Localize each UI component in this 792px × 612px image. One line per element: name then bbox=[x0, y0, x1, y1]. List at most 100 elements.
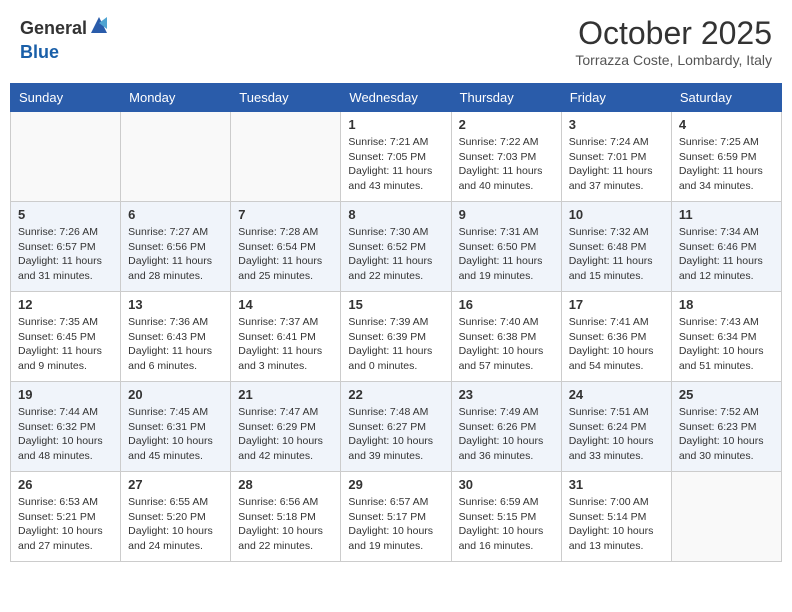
logo-icon bbox=[89, 15, 109, 35]
weekday-header: Wednesday bbox=[341, 84, 451, 112]
day-info: Sunrise: 7:40 AM Sunset: 6:38 PM Dayligh… bbox=[459, 315, 554, 374]
calendar-cell: 15 Sunrise: 7:39 AM Sunset: 6:39 PM Dayli… bbox=[341, 292, 451, 382]
day-info: Sunrise: 7:52 AM Sunset: 6:23 PM Dayligh… bbox=[679, 405, 774, 464]
day-number: 14 bbox=[238, 297, 333, 312]
calendar-cell: 20 Sunrise: 7:45 AM Sunset: 6:31 PM Dayli… bbox=[121, 382, 231, 472]
day-number: 23 bbox=[459, 387, 554, 402]
day-number: 5 bbox=[18, 207, 113, 222]
calendar-cell bbox=[11, 112, 121, 202]
weekday-header: Saturday bbox=[671, 84, 781, 112]
logo: General Blue bbox=[20, 15, 109, 64]
day-number: 26 bbox=[18, 477, 113, 492]
logo-general: General bbox=[20, 18, 87, 40]
calendar-cell: 14 Sunrise: 7:37 AM Sunset: 6:41 PM Dayli… bbox=[231, 292, 341, 382]
day-info: Sunrise: 7:28 AM Sunset: 6:54 PM Dayligh… bbox=[238, 225, 333, 284]
day-info: Sunrise: 7:22 AM Sunset: 7:03 PM Dayligh… bbox=[459, 135, 554, 194]
day-info: Sunrise: 7:45 AM Sunset: 6:31 PM Dayligh… bbox=[128, 405, 223, 464]
day-info: Sunrise: 7:35 AM Sunset: 6:45 PM Dayligh… bbox=[18, 315, 113, 374]
day-info: Sunrise: 7:49 AM Sunset: 6:26 PM Dayligh… bbox=[459, 405, 554, 464]
day-info: Sunrise: 7:44 AM Sunset: 6:32 PM Dayligh… bbox=[18, 405, 113, 464]
weekday-header-row: SundayMondayTuesdayWednesdayThursdayFrid… bbox=[11, 84, 782, 112]
calendar-cell: 19 Sunrise: 7:44 AM Sunset: 6:32 PM Dayli… bbox=[11, 382, 121, 472]
day-number: 21 bbox=[238, 387, 333, 402]
calendar-cell: 29 Sunrise: 6:57 AM Sunset: 5:17 PM Dayli… bbox=[341, 472, 451, 562]
day-info: Sunrise: 7:48 AM Sunset: 6:27 PM Dayligh… bbox=[348, 405, 443, 464]
day-number: 19 bbox=[18, 387, 113, 402]
title-block: October 2025 Torrazza Coste, Lombardy, I… bbox=[575, 15, 772, 68]
day-number: 31 bbox=[569, 477, 664, 492]
day-info: Sunrise: 7:37 AM Sunset: 6:41 PM Dayligh… bbox=[238, 315, 333, 374]
calendar-cell: 6Sunrise: 7:27 AM Sunset: 6:56 PM Daylig… bbox=[121, 202, 231, 292]
day-info: Sunrise: 7:47 AM Sunset: 6:29 PM Dayligh… bbox=[238, 405, 333, 464]
calendar-cell: 11 Sunrise: 7:34 AM Sunset: 6:46 PM Dayli… bbox=[671, 202, 781, 292]
calendar-week-row: 5 Sunrise: 7:26 AM Sunset: 6:57 PM Daylig… bbox=[11, 202, 782, 292]
calendar-cell: 10 Sunrise: 7:32 AM Sunset: 6:48 PM Dayli… bbox=[561, 202, 671, 292]
location-title: Torrazza Coste, Lombardy, Italy bbox=[575, 52, 772, 68]
weekday-header: Thursday bbox=[451, 84, 561, 112]
day-info: Sunrise: 6:56 AM Sunset: 5:18 PM Dayligh… bbox=[238, 495, 333, 554]
day-number: 15 bbox=[348, 297, 443, 312]
calendar-cell: 5 Sunrise: 7:26 AM Sunset: 6:57 PM Daylig… bbox=[11, 202, 121, 292]
day-number: 30 bbox=[459, 477, 554, 492]
day-info: Sunrise: 7:34 AM Sunset: 6:46 PM Dayligh… bbox=[679, 225, 774, 284]
calendar-cell: 2 Sunrise: 7:22 AM Sunset: 7:03 PM Daylig… bbox=[451, 112, 561, 202]
day-info: Sunrise: 7:51 AM Sunset: 6:24 PM Dayligh… bbox=[569, 405, 664, 464]
day-number: 22 bbox=[348, 387, 443, 402]
day-info: Sunrise: 7:26 AM Sunset: 6:57 PM Dayligh… bbox=[18, 225, 113, 284]
calendar-cell: 27 Sunrise: 6:55 AM Sunset: 5:20 PM Dayli… bbox=[121, 472, 231, 562]
day-number: 16 bbox=[459, 297, 554, 312]
weekday-header: Friday bbox=[561, 84, 671, 112]
day-info: Sunrise: 7:30 AM Sunset: 6:52 PM Dayligh… bbox=[348, 225, 443, 284]
calendar-cell: 31 Sunrise: 7:00 AM Sunset: 5:14 PM Dayli… bbox=[561, 472, 671, 562]
calendar-week-row: 12 Sunrise: 7:35 AM Sunset: 6:45 PM Dayli… bbox=[11, 292, 782, 382]
calendar-cell: 8Sunrise: 7:30 AM Sunset: 6:52 PM Daylig… bbox=[341, 202, 451, 292]
weekday-header: Tuesday bbox=[231, 84, 341, 112]
day-number: 18 bbox=[679, 297, 774, 312]
day-number: 3 bbox=[569, 117, 664, 132]
day-info: Sunrise: 6:55 AM Sunset: 5:20 PM Dayligh… bbox=[128, 495, 223, 554]
day-info: Sunrise: 7:00 AM Sunset: 5:14 PM Dayligh… bbox=[569, 495, 664, 554]
day-info: Sunrise: 7:32 AM Sunset: 6:48 PM Dayligh… bbox=[569, 225, 664, 284]
day-info: Sunrise: 7:39 AM Sunset: 6:39 PM Dayligh… bbox=[348, 315, 443, 374]
calendar-cell: 22 Sunrise: 7:48 AM Sunset: 6:27 PM Dayli… bbox=[341, 382, 451, 472]
calendar-cell: 1Sunrise: 7:21 AM Sunset: 7:05 PM Daylig… bbox=[341, 112, 451, 202]
day-number: 29 bbox=[348, 477, 443, 492]
calendar-cell: 4Sunrise: 7:25 AM Sunset: 6:59 PM Daylig… bbox=[671, 112, 781, 202]
weekday-header: Monday bbox=[121, 84, 231, 112]
calendar-table: SundayMondayTuesdayWednesdayThursdayFrid… bbox=[10, 83, 782, 562]
day-info: Sunrise: 7:25 AM Sunset: 6:59 PM Dayligh… bbox=[679, 135, 774, 194]
calendar-cell: 13 Sunrise: 7:36 AM Sunset: 6:43 PM Dayli… bbox=[121, 292, 231, 382]
day-number: 9 bbox=[459, 207, 554, 222]
day-number: 12 bbox=[18, 297, 113, 312]
calendar-cell: 21 Sunrise: 7:47 AM Sunset: 6:29 PM Dayli… bbox=[231, 382, 341, 472]
day-number: 20 bbox=[128, 387, 223, 402]
calendar-cell: 26 Sunrise: 6:53 AM Sunset: 5:21 PM Dayli… bbox=[11, 472, 121, 562]
day-number: 10 bbox=[569, 207, 664, 222]
day-info: Sunrise: 6:53 AM Sunset: 5:21 PM Dayligh… bbox=[18, 495, 113, 554]
day-number: 28 bbox=[238, 477, 333, 492]
day-info: Sunrise: 7:31 AM Sunset: 6:50 PM Dayligh… bbox=[459, 225, 554, 284]
calendar-week-row: 19 Sunrise: 7:44 AM Sunset: 6:32 PM Dayli… bbox=[11, 382, 782, 472]
calendar-cell: 9 Sunrise: 7:31 AM Sunset: 6:50 PM Daylig… bbox=[451, 202, 561, 292]
logo-blue: Blue bbox=[20, 42, 59, 62]
calendar-week-row: 26 Sunrise: 6:53 AM Sunset: 5:21 PM Dayli… bbox=[11, 472, 782, 562]
day-number: 2 bbox=[459, 117, 554, 132]
day-number: 11 bbox=[679, 207, 774, 222]
calendar-cell: 3Sunrise: 7:24 AM Sunset: 7:01 PM Daylig… bbox=[561, 112, 671, 202]
calendar-cell: 17Sunrise: 7:41 AM Sunset: 6:36 PM Dayli… bbox=[561, 292, 671, 382]
day-number: 27 bbox=[128, 477, 223, 492]
calendar-cell: 23 Sunrise: 7:49 AM Sunset: 6:26 PM Dayli… bbox=[451, 382, 561, 472]
day-info: Sunrise: 6:57 AM Sunset: 5:17 PM Dayligh… bbox=[348, 495, 443, 554]
day-number: 6 bbox=[128, 207, 223, 222]
day-number: 13 bbox=[128, 297, 223, 312]
month-title: October 2025 bbox=[575, 15, 772, 52]
calendar-cell: 18 Sunrise: 7:43 AM Sunset: 6:34 PM Dayli… bbox=[671, 292, 781, 382]
day-info: Sunrise: 6:59 AM Sunset: 5:15 PM Dayligh… bbox=[459, 495, 554, 554]
day-info: Sunrise: 7:36 AM Sunset: 6:43 PM Dayligh… bbox=[128, 315, 223, 374]
day-info: Sunrise: 7:21 AM Sunset: 7:05 PM Dayligh… bbox=[348, 135, 443, 194]
calendar-cell: 16 Sunrise: 7:40 AM Sunset: 6:38 PM Dayli… bbox=[451, 292, 561, 382]
calendar-cell: 7Sunrise: 7:28 AM Sunset: 6:54 PM Daylig… bbox=[231, 202, 341, 292]
calendar-cell: 30 Sunrise: 6:59 AM Sunset: 5:15 PM Dayli… bbox=[451, 472, 561, 562]
day-info: Sunrise: 7:43 AM Sunset: 6:34 PM Dayligh… bbox=[679, 315, 774, 374]
calendar-week-row: 1Sunrise: 7:21 AM Sunset: 7:05 PM Daylig… bbox=[11, 112, 782, 202]
